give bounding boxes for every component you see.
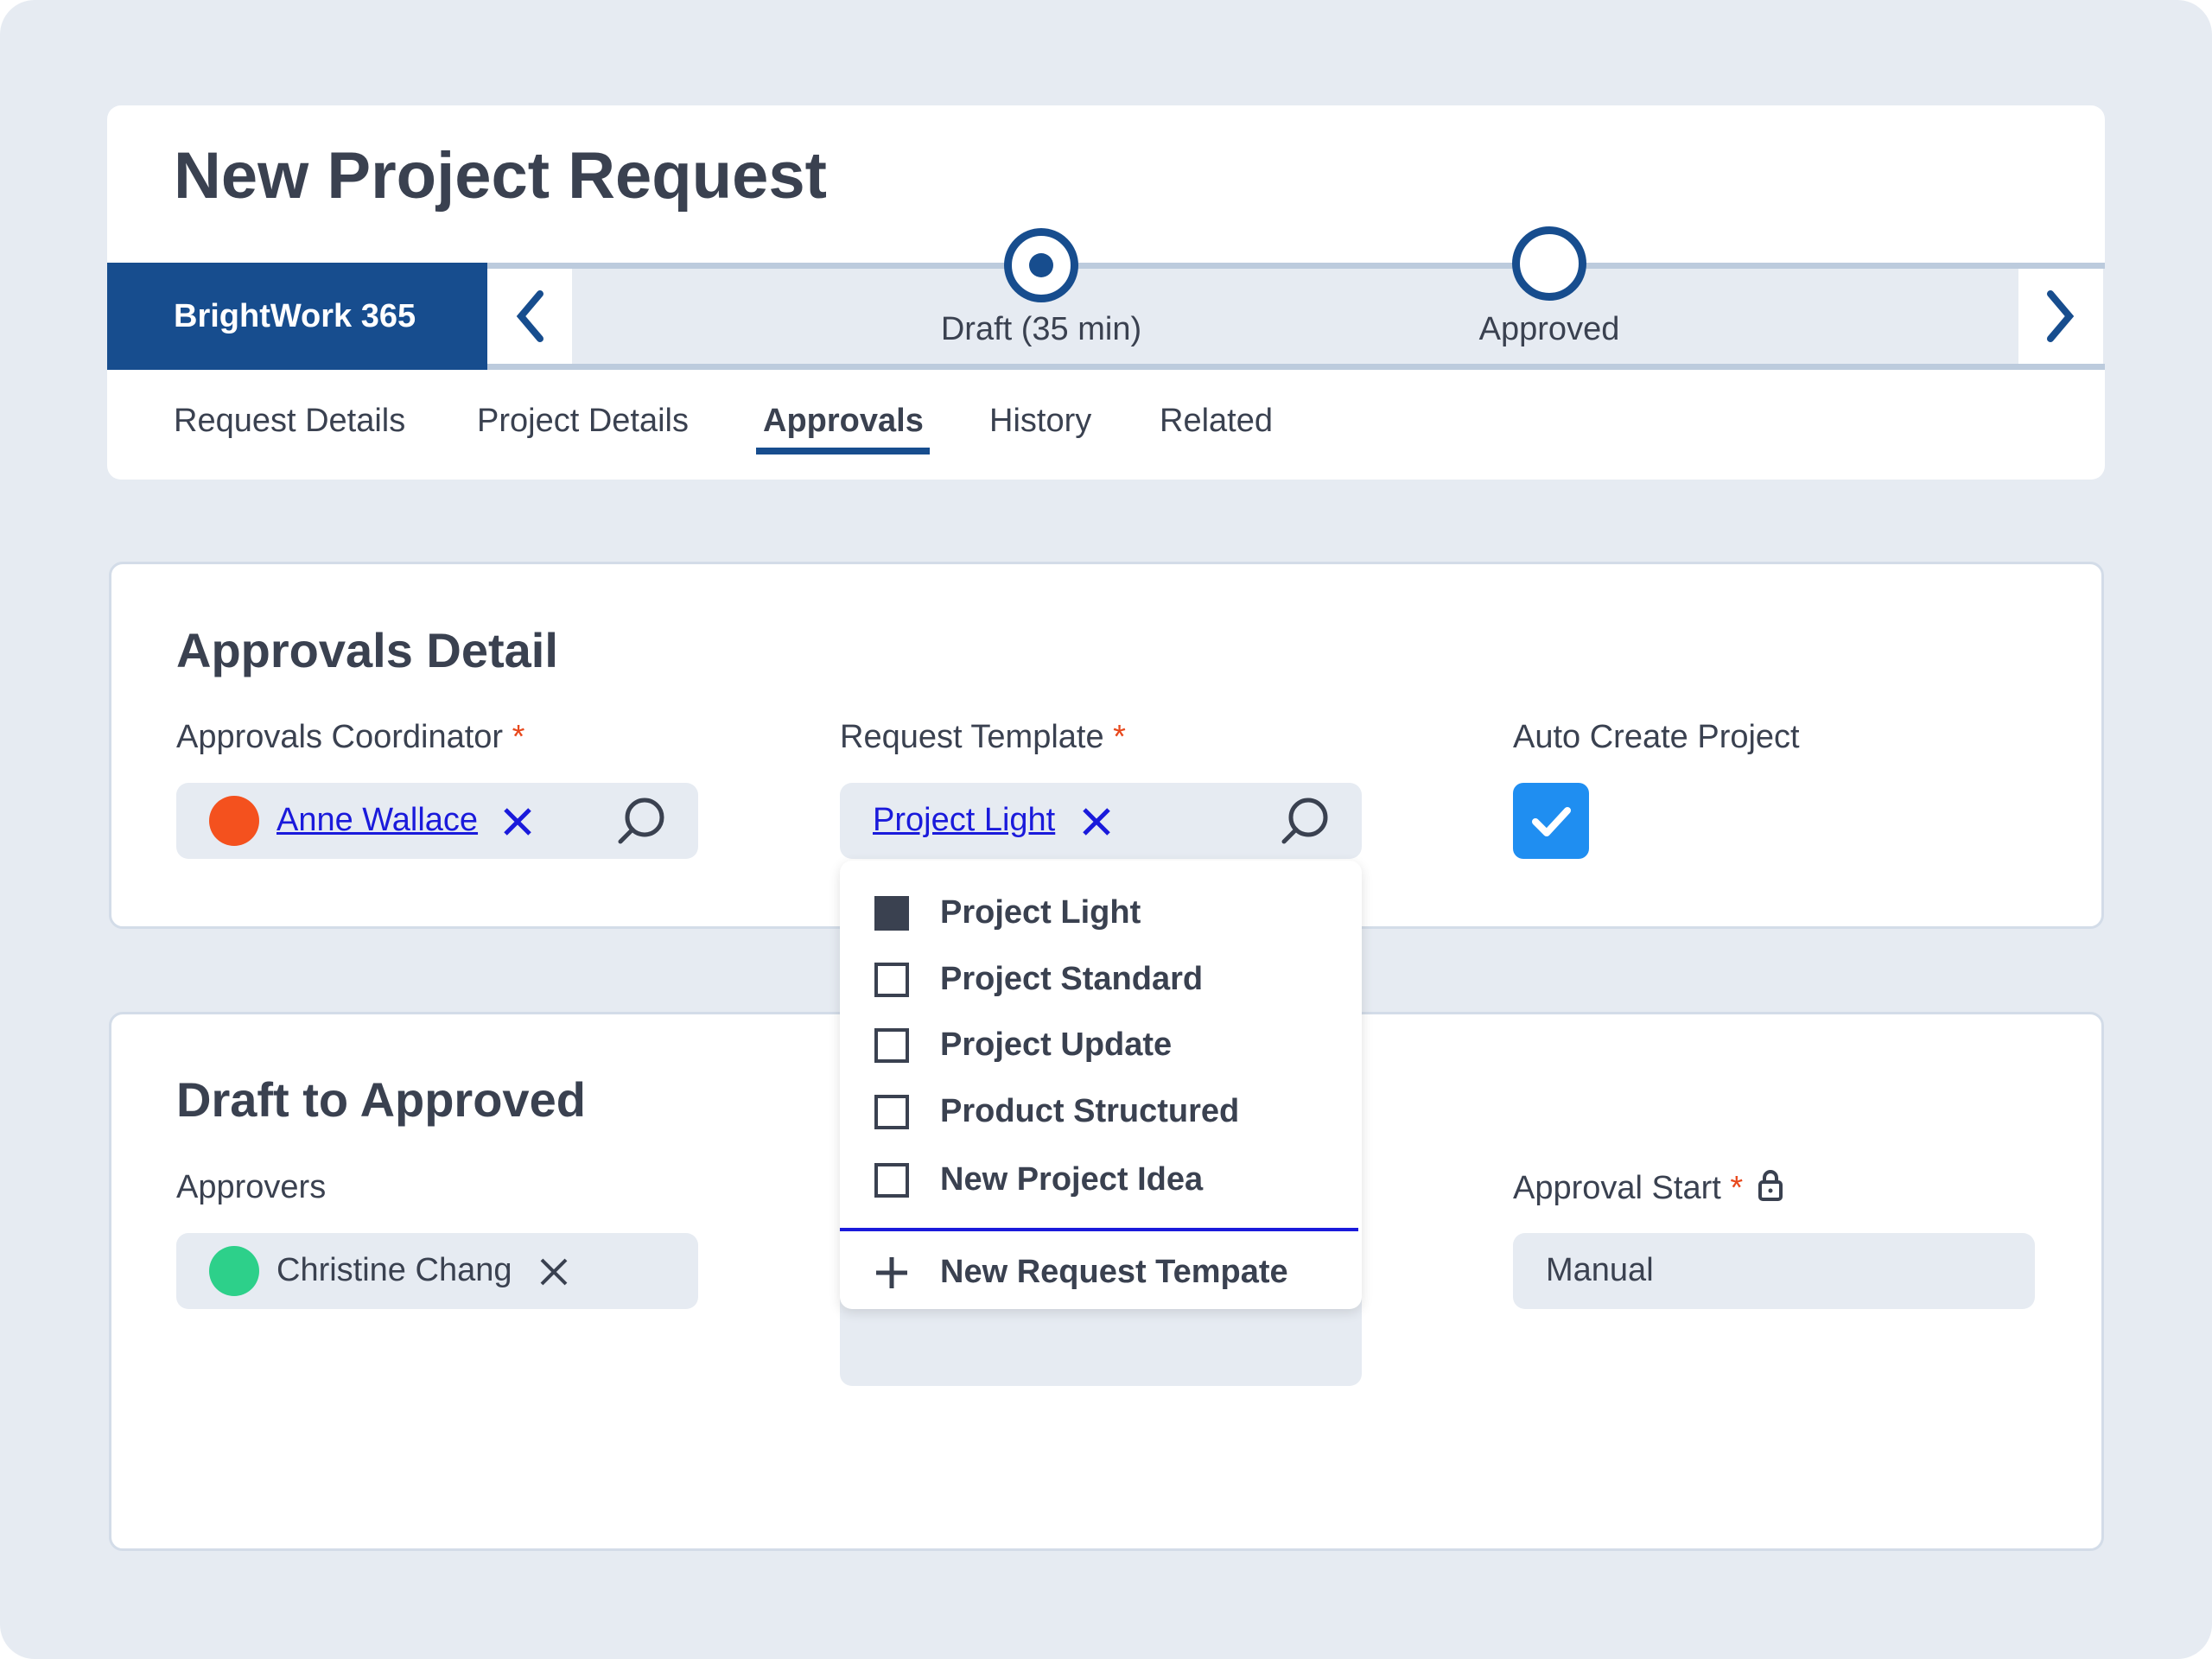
dropdown-option[interactable]: Project Light [874,894,1141,931]
approval-start-label: Approval Start * [1513,1169,1783,1207]
option-label: New Project Idea [940,1161,1204,1198]
prev-stage-button[interactable] [487,269,572,364]
checkbox-icon [874,1094,909,1129]
search-icon[interactable] [1279,795,1331,847]
approval-start-label-text: Approval Start [1513,1170,1721,1206]
dropdown-option[interactable]: Project Update [874,1027,1172,1064]
checkbox-icon [874,1162,909,1198]
new-template-label: New Request Tempate [940,1254,1288,1290]
stage-draft-marker[interactable] [1004,228,1078,302]
template-label: Request Template * [840,719,1126,756]
close-icon[interactable] [1082,807,1111,836]
dropdown-option[interactable]: Product Structured [874,1093,1239,1130]
tab-approvals[interactable]: Approvals [763,403,924,440]
plus-icon [876,1256,907,1288]
tab-history[interactable]: History [989,403,1091,440]
approvers-field[interactable]: Christine Chang [176,1233,698,1309]
search-icon[interactable] [615,795,667,847]
required-marker: * [1113,719,1126,755]
tab-request-details[interactable]: Request Details [174,403,405,440]
auto-create-label: Auto Create Project [1513,719,1800,755]
option-label: Product Structured [940,1093,1240,1129]
close-icon[interactable] [539,1257,569,1287]
avatar [209,1246,259,1296]
coordinator-lookup[interactable]: Anne Wallace [176,783,698,859]
lock-icon [1758,1170,1783,1201]
coordinator-label: Approvals Coordinator * [176,719,524,756]
required-marker: * [1730,1170,1744,1206]
approval-start-value: Manual [1546,1252,1654,1288]
dropdown-option[interactable]: Project Standard [874,961,1203,998]
option-label: Project Light [940,894,1141,931]
approver-name: Christine Chang [276,1252,512,1288]
chevron-right-icon [2047,290,2075,342]
current-dot-icon [1029,253,1053,277]
avatar [209,796,259,846]
stage-approved-label: Approved [1478,311,1620,347]
template-link[interactable]: Project Light [873,802,1055,839]
new-request-template-button[interactable]: New Request Tempate [874,1254,1288,1291]
close-icon[interactable] [503,807,532,836]
stage-draft-label: Draft (35 min) [940,311,1142,347]
dropdown-divider [840,1228,1358,1231]
template-dropdown: Project Light Project Standard Project U… [840,861,1362,1309]
dropdown-option[interactable]: New Project Idea [874,1161,1203,1198]
active-tab-indicator [756,448,930,454]
template-label-text: Request Template [840,719,1104,755]
brand-label: BrightWork 365 [107,263,487,370]
coordinator-link[interactable]: Anne Wallace [276,802,478,839]
tab-project-details[interactable]: Project Details [477,403,689,440]
page-title: New Project Request [174,139,827,213]
required-marker: * [512,719,525,755]
stage-approved-marker[interactable] [1512,226,1586,301]
template-lookup[interactable]: Project Light [840,783,1362,859]
chevron-left-icon [516,290,543,342]
checkbox-icon [874,1027,909,1063]
checkbox-checked-icon [874,895,909,931]
option-label: Project Update [940,1027,1173,1063]
option-label: Project Standard [940,961,1204,997]
checkbox-icon [874,962,909,997]
approvers-label: Approvers [176,1169,327,1205]
approval-start-field: Manual [1513,1233,2035,1309]
next-stage-button[interactable] [2018,269,2103,364]
auto-create-checkbox[interactable] [1513,783,1589,859]
draft-to-approved-heading: Draft to Approved [176,1072,586,1127]
checkmark-icon [1532,807,1571,836]
coordinator-label-text: Approvals Coordinator [176,719,504,755]
tab-related[interactable]: Related [1160,403,1273,440]
approvals-detail-heading: Approvals Detail [176,623,558,677]
